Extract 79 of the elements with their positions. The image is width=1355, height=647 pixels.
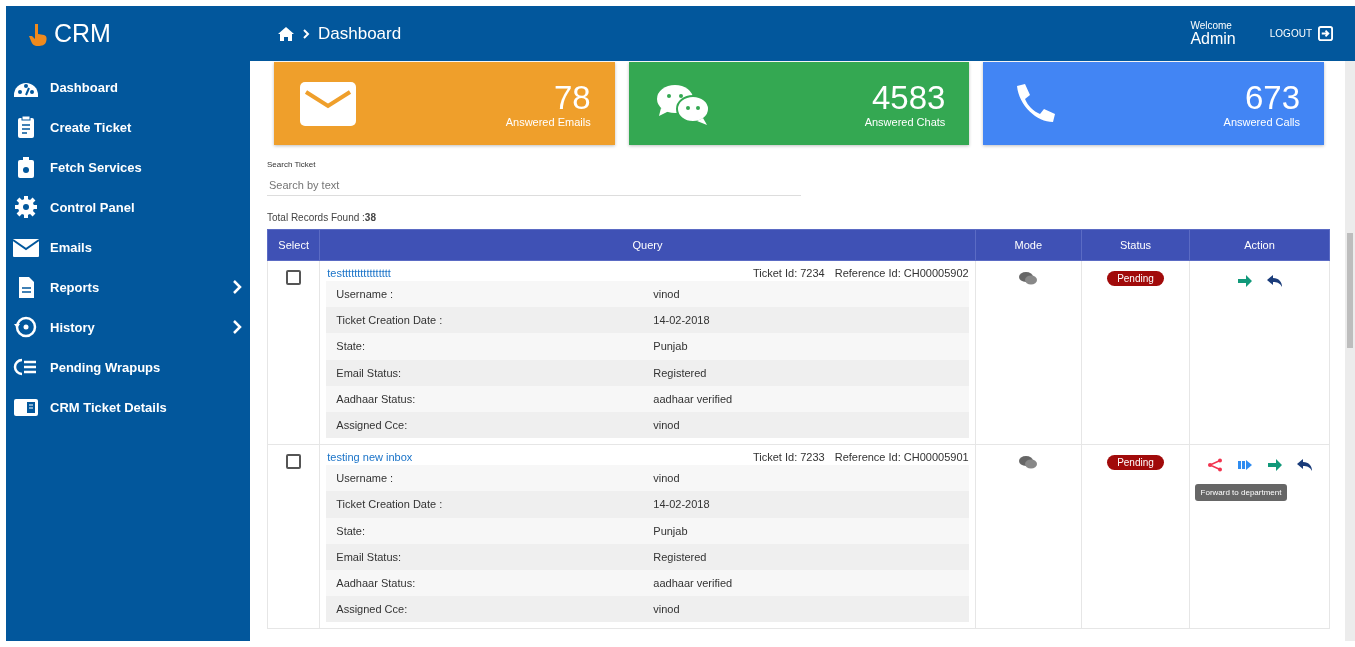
chat-bubbles-icon (1018, 455, 1039, 470)
detail-label: Assigned Cce: (336, 603, 409, 616)
scroll-thumb[interactable] (1347, 233, 1353, 348)
logo-text: CRM (54, 19, 111, 48)
detail-label: State: (336, 340, 367, 353)
share-icon[interactable] (1206, 458, 1223, 473)
sidebar-item[interactable]: Dashboard (6, 67, 250, 107)
detail-value: aadhaar verified (653, 392, 733, 405)
sidebar-item[interactable]: History (6, 307, 250, 347)
detail-value: Registered (653, 366, 707, 379)
stat-value: 4583 (871, 79, 946, 116)
transfer-icon[interactable] (1236, 458, 1253, 473)
arrow-right-icon[interactable] (1236, 274, 1253, 288)
column-header: Query (319, 229, 976, 261)
stat-value: 673 (1244, 79, 1300, 116)
home-icon (278, 26, 294, 41)
detail-label: Assigned Cce: (336, 419, 409, 432)
tooltip: Forward to department (1194, 484, 1288, 502)
chevron-icon (232, 279, 242, 295)
detail-label: Username : (336, 472, 395, 485)
sidebar-item[interactable]: Pending Wrapups (6, 347, 250, 387)
detail-label: Aadhaar Status: (336, 392, 417, 405)
welcome-text: Welcome (1190, 20, 1232, 31)
reference-id: Reference Id: CH00005902 (834, 267, 969, 279)
stat-label: Answered Chats (864, 115, 946, 128)
reply-icon[interactable] (1296, 458, 1313, 473)
reference-id: Reference Id: CH00005901 (834, 451, 969, 464)
detail-value: 14-02-2018 (653, 498, 710, 511)
checkbox[interactable] (286, 454, 302, 470)
chat-bubbles-icon (1018, 271, 1039, 285)
search-label: Search Ticket (267, 160, 316, 169)
settings-icon (12, 195, 40, 219)
envelope-icon (300, 81, 356, 126)
detail-value: Punjab (653, 340, 688, 353)
detail-label: Ticket Creation Date : (336, 314, 444, 327)
detail-value: vinod (653, 288, 680, 301)
status-badge: Pending (1107, 455, 1164, 471)
stat-value: 78 (553, 79, 591, 116)
ticket-id: Ticket Id: 7234 (753, 267, 825, 279)
sidebar-item[interactable]: Fetch Services (6, 147, 250, 187)
sidebar-item[interactable]: Reports (6, 267, 250, 307)
detail-label: Username : (336, 288, 395, 301)
logout-icon (1318, 26, 1333, 41)
sidebar-item[interactable]: Create Ticket (6, 107, 250, 147)
sidebar-item[interactable]: Emails (6, 227, 250, 267)
column-header: Status (1081, 229, 1190, 261)
ticket-title-link[interactable]: testing new inbox (326, 451, 413, 464)
stat-label: Answered Emails (505, 115, 591, 128)
records-count: Total Records Found :38 (267, 212, 376, 223)
detail-label: Ticket Creation Date : (336, 498, 444, 511)
sidebar-item[interactable]: CRM Ticket Details (6, 387, 250, 427)
detail-value: vinod (653, 419, 680, 432)
status-badge: Pending (1107, 271, 1164, 286)
detail-label: Email Status: (336, 550, 403, 563)
breadcrumb-item[interactable]: Dashboard (318, 23, 402, 44)
reply-icon[interactable] (1266, 274, 1283, 288)
scrollbar[interactable] (1345, 61, 1355, 641)
detail-value: vinod (653, 603, 680, 616)
detail-label: Email Status: (336, 366, 403, 379)
detail-label: Aadhaar Status: (336, 576, 417, 589)
chevron-icon (302, 27, 310, 40)
detail-value: Registered (653, 550, 707, 563)
detail-value: aadhaar verified (653, 576, 733, 589)
checkbox[interactable] (286, 270, 302, 285)
ticket-title-link[interactable]: testttttttttttttttt (326, 267, 391, 279)
ticket-id: Ticket Id: 7233 (753, 451, 825, 464)
detail-value: vinod (653, 472, 680, 485)
detail-label: State: (336, 524, 367, 537)
column-header: Mode (975, 229, 1082, 261)
arrow-right-icon[interactable] (1266, 458, 1283, 473)
chevron-icon (232, 319, 242, 335)
logout-link[interactable]: LOGOUT (1269, 26, 1333, 41)
user-name: Admin (1190, 31, 1236, 47)
detail-value: 14-02-2018 (653, 314, 710, 327)
stat-label: Answered Calls (1223, 115, 1300, 128)
column-header: Select (267, 229, 320, 261)
detail-value: Punjab (653, 524, 688, 537)
column-header: Action (1189, 229, 1330, 261)
sidebar-item[interactable]: Control Panel (6, 187, 250, 227)
